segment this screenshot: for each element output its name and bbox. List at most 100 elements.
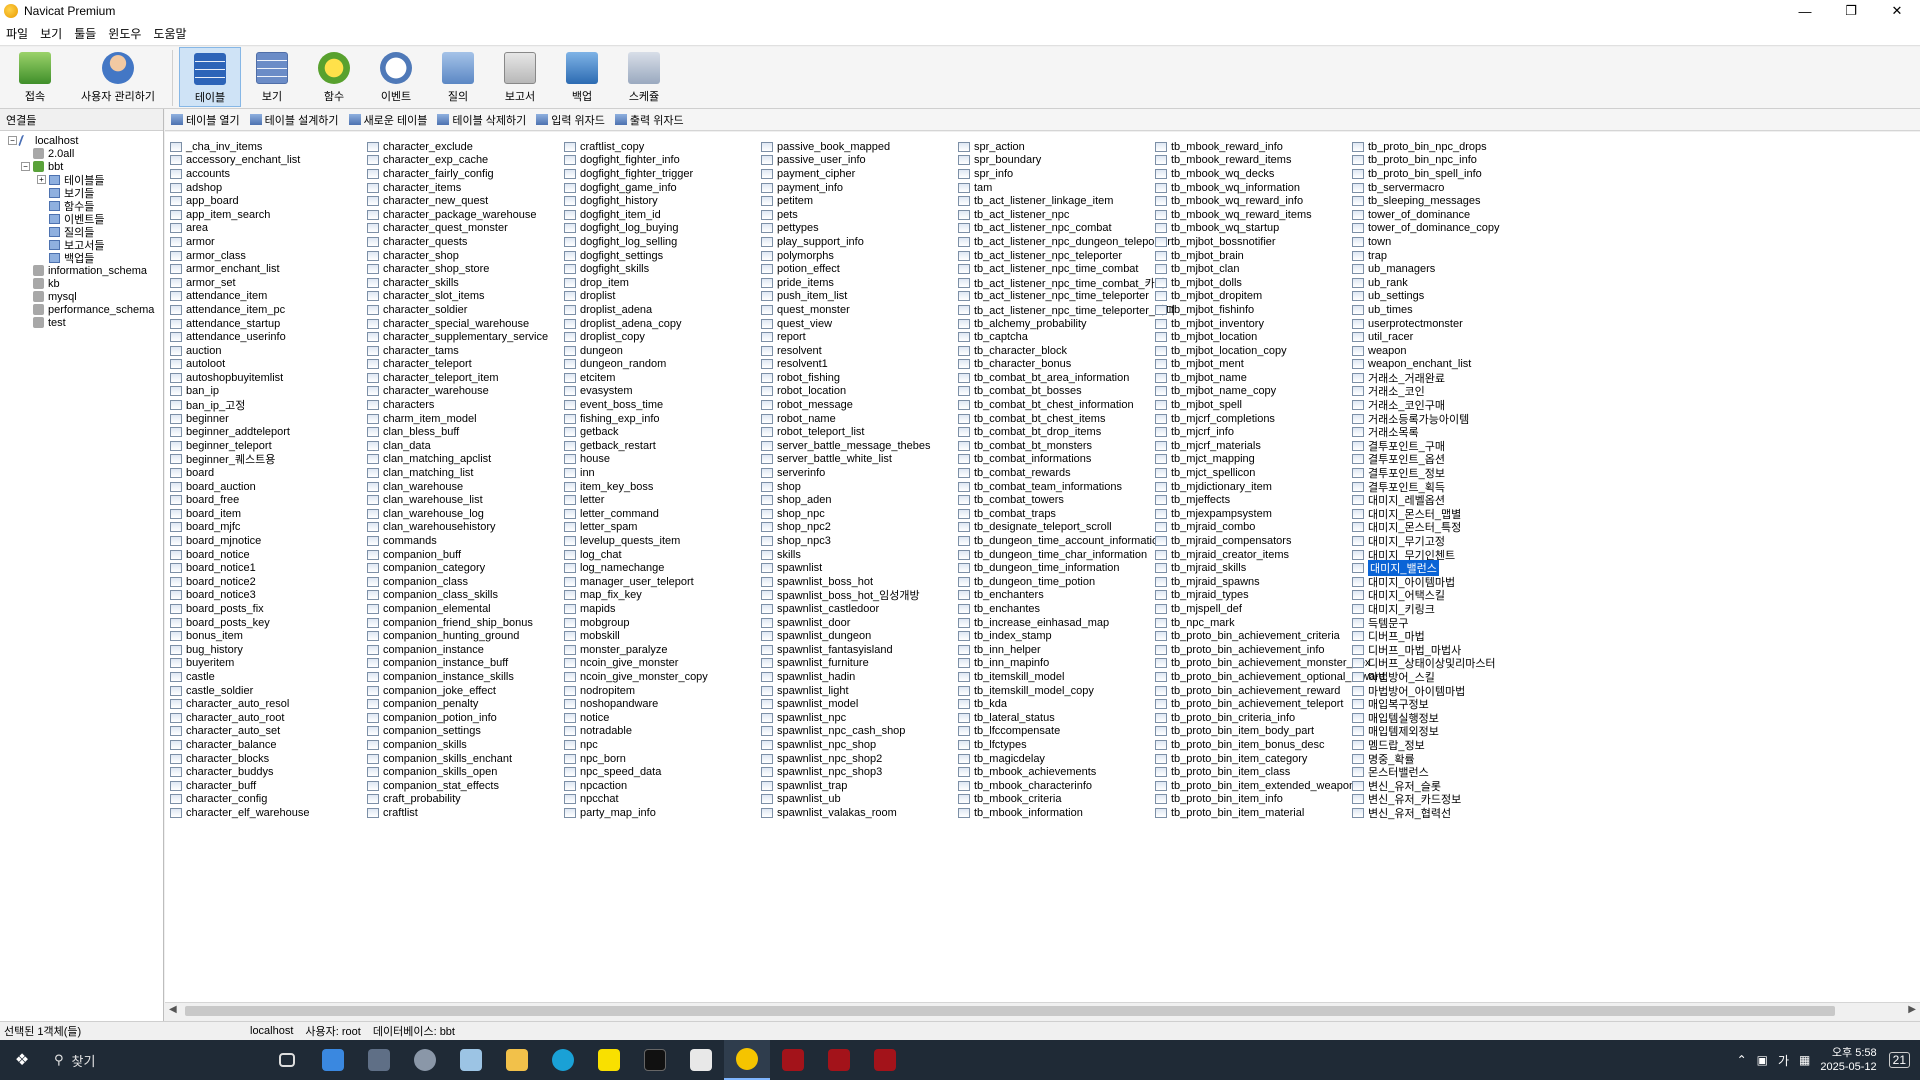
scroll-left-icon[interactable]: ◀	[169, 1004, 177, 1015]
table-list-item[interactable]: tb_dungeon_time_potion	[958, 575, 1175, 589]
table-list-item[interactable]: character_items	[367, 181, 548, 195]
table-list-item[interactable]: payment_info	[761, 181, 930, 195]
table-list-item[interactable]: tb_mjbot_clan	[1155, 262, 1385, 276]
table-list-item[interactable]: npcaction	[564, 779, 708, 793]
table-list-item[interactable]: tb_mbook_wq_information	[1155, 181, 1385, 195]
table-list-item[interactable]: npc_speed_data	[564, 765, 708, 779]
import-wizard-button[interactable]: 입력 위자드	[536, 112, 605, 128]
table-list-item[interactable]: character_config	[170, 793, 310, 807]
table-list-item[interactable]: shop_npc2	[761, 521, 930, 535]
table-list-item[interactable]: character_slot_items	[367, 290, 548, 304]
table-list-item[interactable]: spawnlist_valakas_room	[761, 806, 930, 820]
table-list-item[interactable]: trap	[1352, 249, 1499, 263]
table-list-item[interactable]: log_chat	[564, 548, 708, 562]
table-list-item[interactable]: tb_mjbot_bossnotifier	[1155, 235, 1385, 249]
table-list-item[interactable]: companion_class_skills	[367, 589, 548, 603]
table-list-item[interactable]: character_shop	[367, 249, 548, 263]
table-list-item[interactable]: auction	[170, 344, 310, 358]
settings-app-icon[interactable]	[402, 1040, 448, 1080]
file-explorer-icon[interactable]	[494, 1040, 540, 1080]
table-list-item[interactable]: spawnlist	[761, 561, 930, 575]
table-list-item[interactable]: character_quests	[367, 235, 548, 249]
table-list-item[interactable]: dogfight_fighter_info	[564, 154, 708, 168]
table-list-item[interactable]: companion_potion_info	[367, 711, 548, 725]
lineage-app-icon[interactable]	[770, 1040, 816, 1080]
table-list-item[interactable]: board_posts_fix	[170, 602, 310, 616]
table-list-item[interactable]: polymorphs	[761, 249, 930, 263]
toolbar-query-button[interactable]: 질의	[427, 47, 489, 107]
table-list-item[interactable]: tb_mjbot_location	[1155, 330, 1385, 344]
table-list-item[interactable]: companion_stat_effects	[367, 779, 548, 793]
network-icon[interactable]: ▣	[1757, 1053, 1768, 1067]
taskbar-search[interactable]: ⚲ 찾기	[44, 1040, 264, 1080]
table-list-item[interactable]: tb_index_stamp	[958, 629, 1175, 643]
table-list-item[interactable]: tb_proto_bin_item_category	[1155, 752, 1385, 766]
table-list-item[interactable]: tb_mjcrf_materials	[1155, 439, 1385, 453]
design-table-button[interactable]: 테이블 설계하기	[249, 112, 339, 128]
table-list-item[interactable]: tb_mjct_mapping	[1155, 453, 1385, 467]
table-list-item[interactable]: tb_mbook_wq_reward_info	[1155, 194, 1385, 208]
table-list-item[interactable]: letter_command	[564, 507, 708, 521]
table-list-item[interactable]: character_teleport	[367, 358, 548, 372]
table-list-item[interactable]: spawnlist_npc_shop3	[761, 765, 930, 779]
table-list-item[interactable]: mobgroup	[564, 616, 708, 630]
table-list-item[interactable]: tb_proto_bin_item_class	[1155, 765, 1385, 779]
table-list-item[interactable]: tb_inn_mapinfo	[958, 657, 1175, 671]
table-list-item[interactable]: character_warehouse	[367, 385, 548, 399]
toolbar-backup-button[interactable]: 백업	[551, 47, 613, 107]
table-list-item[interactable]: tb_dungeon_time_account_information	[958, 534, 1175, 548]
table-list-item[interactable]: nodropitem	[564, 684, 708, 698]
notepad-icon[interactable]	[448, 1040, 494, 1080]
table-list-item[interactable]: tb_act_listener_npc_combat	[958, 222, 1175, 236]
menu-tools[interactable]: 툴들	[74, 25, 96, 42]
table-list-item[interactable]: tb_mbook_wq_reward_items	[1155, 208, 1385, 222]
table-list-item[interactable]: autoshopbuyitemlist	[170, 371, 310, 385]
tree-db[interactable]: test	[0, 316, 163, 329]
table-list-item[interactable]: tb_kda	[958, 697, 1175, 711]
table-list-item[interactable]: npc	[564, 738, 708, 752]
clock[interactable]: 오후 5:58 2025-05-12	[1820, 1046, 1876, 1074]
table-list-item[interactable]: bonus_item	[170, 629, 310, 643]
table-list-item[interactable]: companion_hunting_ground	[367, 629, 548, 643]
table-list-item[interactable]: letter_spam	[564, 521, 708, 535]
table-list-item[interactable]: armor_enchant_list	[170, 262, 310, 276]
table-list-item[interactable]: tb_mjraid_types	[1155, 589, 1385, 603]
table-list-item[interactable]: character_skills	[367, 276, 548, 290]
table-list-item[interactable]: armor_set	[170, 276, 310, 290]
table-list-item[interactable]: character_auto_root	[170, 711, 310, 725]
toolbar-table-button[interactable]: 테이블	[179, 47, 241, 107]
table-list-item[interactable]: character_exclude	[367, 140, 548, 154]
tree-db[interactable]: information_schema	[0, 264, 163, 277]
export-wizard-button[interactable]: 출력 위자드	[614, 112, 684, 128]
lineage-app-icon[interactable]	[862, 1040, 908, 1080]
table-list-item[interactable]: attendance_startup	[170, 317, 310, 331]
table-list-item[interactable]: tb_character_bonus	[958, 358, 1175, 372]
ime-indicator[interactable]: 가	[1778, 1052, 1789, 1069]
table-list-item[interactable]: dungeon_random	[564, 358, 708, 372]
close-button[interactable]: ✕	[1874, 0, 1920, 22]
table-list-item[interactable]: evasystem	[564, 385, 708, 399]
table-list-item[interactable]: character_shop_store	[367, 262, 548, 276]
table-list-item[interactable]: character_package_warehouse	[367, 208, 548, 222]
table-list-item[interactable]: notradable	[564, 725, 708, 739]
table-list-item[interactable]: tb_inn_helper	[958, 643, 1175, 657]
table-list-item[interactable]: spawnlist_npc_cash_shop	[761, 725, 930, 739]
table-list-item[interactable]: shop_npc3	[761, 534, 930, 548]
table-list-item[interactable]: tb_proto_bin_item_body_part	[1155, 725, 1385, 739]
menu-help[interactable]: 도움말	[153, 25, 186, 42]
table-list-item[interactable]: castle_soldier	[170, 684, 310, 698]
table-list-item[interactable]: board_notice2	[170, 575, 310, 589]
table-list-item[interactable]: tb_enchanters	[958, 589, 1175, 603]
table-list-item[interactable]: ub_settings	[1352, 290, 1499, 304]
table-list-item[interactable]: inn	[564, 466, 708, 480]
table-list-item[interactable]: droplist_adena	[564, 303, 708, 317]
table-list-item[interactable]: ban_ip_고정	[170, 398, 310, 412]
table-list-item[interactable]: ub_times	[1352, 303, 1499, 317]
menu-file[interactable]: 파일	[6, 25, 28, 42]
toolbar-schedule-button[interactable]: 스케쥴	[613, 47, 675, 107]
scrollbar-thumb[interactable]	[185, 1006, 1835, 1016]
maximize-button[interactable]: ❐	[1828, 0, 1874, 22]
table-list-item[interactable]: tb_mjraid_creator_items	[1155, 548, 1385, 562]
table-list-item[interactable]: tb_proto_bin_achievement_criteria	[1155, 629, 1385, 643]
table-list-item[interactable]: dogfight_skills	[564, 262, 708, 276]
